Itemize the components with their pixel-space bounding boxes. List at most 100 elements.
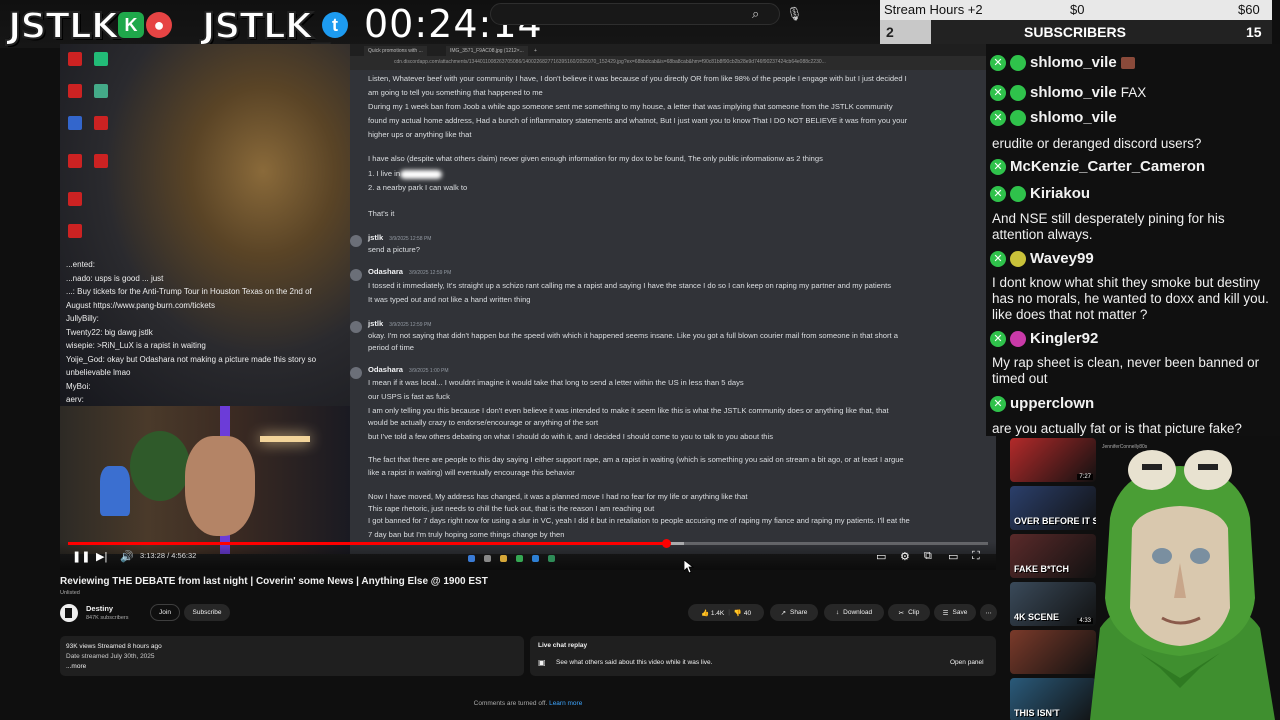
- message-author[interactable]: Odashara: [368, 365, 403, 374]
- browser-tab[interactable]: Quick promotions with ...: [364, 46, 427, 56]
- fullscreen-icon[interactable]: ⛶: [972, 550, 980, 563]
- youtube-search-input[interactable]: [490, 3, 780, 25]
- stream-date: Date streamed July 30th, 2025: [66, 653, 155, 660]
- save-icon: ☰: [942, 609, 949, 617]
- description-more-link[interactable]: ...more: [66, 662, 518, 672]
- chat-message-text: are you actually fat or is that picture …: [992, 421, 1242, 436]
- mod-action-icon[interactable]: ✕: [990, 330, 1006, 347]
- chat-message-header: ✕ McKenzie_Carter_Cameron: [990, 158, 1205, 175]
- stream-hours-label: Stream Hours +2: [884, 2, 983, 17]
- chat-message-header: ✕ shlomo_vile FAX: [990, 84, 1146, 101]
- join-button[interactable]: Join: [150, 604, 180, 621]
- message-author[interactable]: jstlk: [368, 319, 383, 328]
- face-eye-right: [1190, 548, 1210, 564]
- message-avatar[interactable]: [350, 321, 362, 333]
- video-player[interactable]: ...ented: ...nado: usps is good ... just…: [60, 44, 996, 570]
- taskbar-icon: [532, 555, 539, 562]
- volume-icon[interactable]: 🔊: [120, 550, 134, 563]
- channel-name[interactable]: Destiny: [86, 604, 113, 613]
- open-panel-button[interactable]: Open panel: [950, 659, 984, 666]
- user-badge-icon: [1010, 109, 1026, 126]
- chat-username[interactable]: McKenzie_Carter_Cameron: [1010, 158, 1205, 175]
- message-line: I mean if it was local... I wouldnt imag…: [368, 378, 744, 387]
- message-text: 1. I live in: [368, 169, 401, 178]
- next-icon[interactable]: ▶|: [96, 550, 107, 563]
- message-author[interactable]: jstlk: [368, 233, 383, 242]
- learn-more-link[interactable]: Learn more: [549, 700, 582, 707]
- video-title: Reviewing THE DEBATE from last night | C…: [60, 576, 488, 587]
- thumbnail-caption: THIS ISN'T: [1014, 708, 1060, 718]
- dislike-button[interactable]: 👎 40: [734, 609, 751, 617]
- video-description[interactable]: 93K views Streamed 8 hours ago Date stre…: [60, 636, 524, 676]
- time-display: 3:13:28 / 4:56:32: [140, 551, 197, 560]
- chat-username[interactable]: shlomo_vile: [1030, 84, 1117, 101]
- message-text: I tossed it immediately, It's straight u…: [368, 281, 892, 290]
- message-author[interactable]: Odashara: [368, 267, 403, 276]
- share-button[interactable]: ↗ Share: [770, 604, 818, 621]
- overlay-chat-line: wisepie: >RiN_LuX is a rapist in waiting: [66, 341, 206, 350]
- message-text: I am only telling you this because I don…: [368, 406, 889, 415]
- message-author-row: Odashara 3/9/2025 12:59 PM: [368, 267, 451, 276]
- channel-avatar[interactable]: [60, 604, 78, 622]
- user-badge-icon: [1010, 84, 1026, 101]
- comments-off-notice: Comments are turned off. Learn more: [0, 700, 1056, 707]
- microphone-icon[interactable]: 🎙: [786, 6, 803, 22]
- chat-username[interactable]: upperclown: [1010, 395, 1094, 412]
- message-avatar[interactable]: [350, 367, 362, 379]
- mod-action-icon[interactable]: ✕: [990, 395, 1006, 412]
- overlay-chat-line: ...ented:: [66, 260, 95, 269]
- chat-username[interactable]: Kingler92: [1030, 330, 1098, 347]
- subtitles-icon[interactable]: ▭: [876, 550, 886, 563]
- message-line: I got banned for 7 days right now for us…: [368, 516, 910, 525]
- search-icon[interactable]: ⌕: [752, 6, 759, 22]
- overlay-chat-line: August https://www.pang-burn.com/tickets: [66, 300, 215, 310]
- webcam-plant: [130, 431, 190, 501]
- mod-action-icon[interactable]: ✕: [990, 185, 1006, 202]
- chat-message-text: And NSE still desperately pining for his…: [992, 211, 1225, 242]
- miniplayer-icon[interactable]: ⧉: [924, 550, 932, 563]
- new-tab-button[interactable]: +: [530, 46, 541, 56]
- chat-username[interactable]: Kiriakou: [1030, 185, 1090, 202]
- message-author-row: jstlk 3/9/2025 12:59 PM: [368, 319, 431, 328]
- mod-action-icon[interactable]: ✕: [990, 109, 1006, 126]
- more-actions-button[interactable]: ⋯: [980, 604, 997, 621]
- message-line: found my actual home address, Had a bunc…: [368, 116, 907, 125]
- message-text: This rape rhetoric, just needs to chill …: [368, 504, 655, 513]
- message-avatar[interactable]: [350, 269, 362, 281]
- pause-icon[interactable]: ❚❚: [72, 550, 90, 563]
- message-text: our USPS is fast as fuck: [368, 392, 450, 401]
- mod-action-icon[interactable]: ✕: [990, 250, 1006, 267]
- overlay-chat-line: ...nado: usps is good ... just: [66, 273, 164, 283]
- scrubber-handle[interactable]: [662, 539, 671, 548]
- subscriber-goal-title: SUBSCRIBERS: [1024, 24, 1126, 40]
- stream-overlay-chat: ...ented: ...nado: usps is good ... just…: [60, 256, 350, 406]
- message-line: I tossed it immediately, It's straight u…: [368, 281, 891, 290]
- subscribe-button[interactable]: Subscribe: [184, 604, 230, 621]
- mod-action-icon[interactable]: ✕: [990, 158, 1006, 175]
- like-button[interactable]: 👍 1.4K: [701, 609, 724, 617]
- gear-icon[interactable]: ⚙: [900, 550, 910, 563]
- mod-action-icon[interactable]: ✕: [990, 84, 1006, 101]
- chat-username[interactable]: shlomo_vile: [1030, 109, 1117, 126]
- progress-bar[interactable]: [68, 539, 988, 548]
- browser-tab[interactable]: IMG_3571_F9AC08.jpg (1212×...: [446, 46, 528, 56]
- download-icon: ↓: [835, 609, 840, 616]
- user-badge-icon: [1010, 54, 1026, 71]
- message-line: okay. I'm not saying that didn't happen …: [368, 331, 898, 340]
- message-avatar[interactable]: [350, 235, 362, 247]
- message-line: like a rapist in waiting) will eventuall…: [368, 468, 575, 477]
- view-count: 93K views Streamed 8 hours ago: [66, 643, 162, 650]
- streamer-webcam: [60, 406, 350, 554]
- message-line: period of time: [368, 343, 414, 352]
- theater-mode-icon[interactable]: ▭: [948, 550, 958, 563]
- clip-button[interactable]: ✂ Clip: [888, 604, 930, 621]
- save-button[interactable]: ☰ Save: [934, 604, 976, 621]
- mod-action-icon[interactable]: ✕: [990, 54, 1006, 71]
- chat-username[interactable]: Wavey99: [1030, 250, 1094, 267]
- mouse-cursor-icon: [684, 560, 694, 574]
- browser-address-bar[interactable]: cdn.discordapp.com/attachments/134401100…: [350, 56, 996, 70]
- message-line: I have also (despite what others claim) …: [368, 154, 823, 163]
- overlay-chat-line: unbelievable lmao: [66, 368, 131, 377]
- download-button[interactable]: ↓ Download: [824, 604, 884, 621]
- chat-username[interactable]: shlomo_vile: [1030, 54, 1117, 71]
